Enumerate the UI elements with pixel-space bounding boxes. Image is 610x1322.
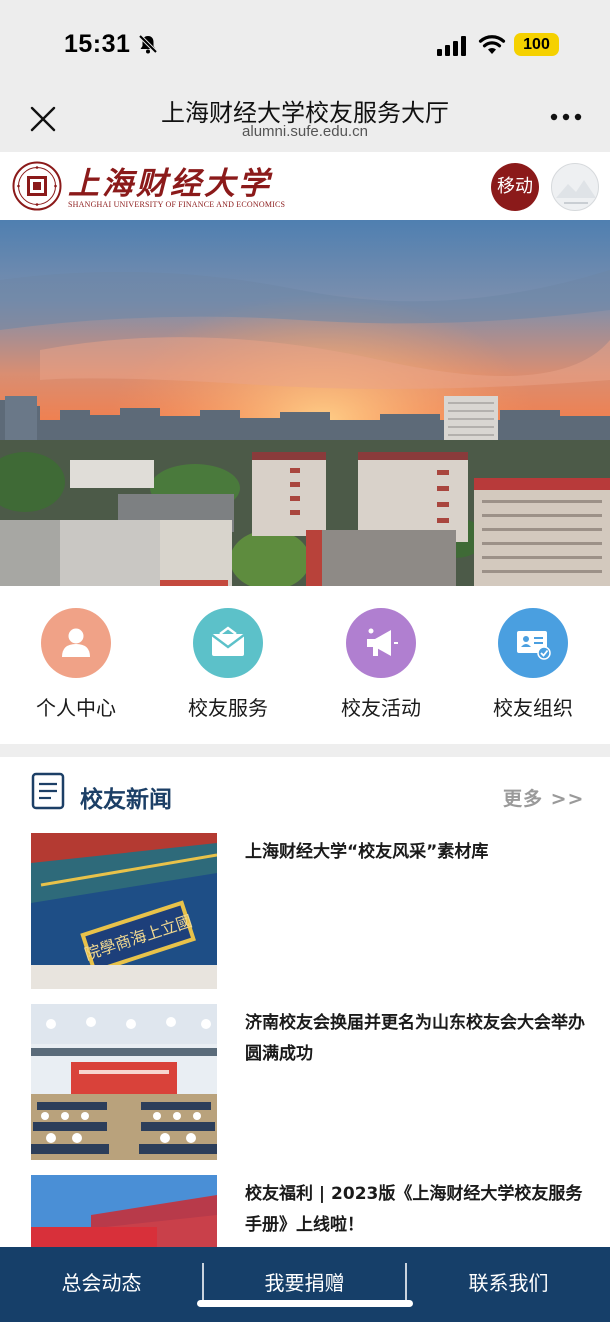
status-bar: 15:31 100	[0, 0, 610, 90]
campus-banner[interactable]	[0, 220, 610, 586]
cellular-signal-icon	[437, 36, 466, 56]
personal-center-icon-circle	[41, 608, 111, 678]
close-icon[interactable]	[28, 104, 58, 134]
megaphone-icon	[367, 628, 398, 656]
menu-item-alumni-services[interactable]: 校友服务	[168, 608, 288, 721]
news-item[interactable]: 校友福利 | 2023版《上海财经大学校友服务手册》上线啦！	[31, 1175, 591, 1247]
mobile-button[interactable]: 移动	[491, 163, 539, 211]
red-building-thumbnail	[31, 1175, 217, 1247]
envelope-icon	[211, 626, 245, 656]
browser-nav-bar: 上海财经大学校友服务大厅 alumni.sufe.edu.cn	[0, 90, 610, 152]
news-headline: 济南校友会换届并更名为山东校友会大会举办圆满成功	[245, 1013, 585, 1064]
news-item[interactable]: 院學商海上立國 上海财经大学“校友风采”素材库	[31, 833, 591, 989]
university-name-logo: 上海财经大学	[68, 166, 272, 202]
university-english-name: SHANGHAI UNIVERSITY OF FINANCE AND ECONO…	[68, 200, 286, 209]
alumni-organizations-icon-circle	[498, 608, 568, 678]
menu-label: 校友组织	[493, 696, 573, 720]
news-headline: 上海财经大学“校友风采”素材库	[245, 842, 489, 862]
section-title: 校友新闻	[80, 787, 172, 813]
menu-item-personal-center[interactable]: 个人中心	[16, 608, 136, 721]
nav-association-news[interactable]: 总会动态	[0, 1247, 203, 1322]
more-options-icon[interactable]	[550, 112, 582, 122]
quick-menu: 个人中心 校友服务 校友活动 校友组织	[0, 586, 610, 744]
bottom-nav: 总会动态 我要捐赠 联系我们	[0, 1247, 610, 1322]
battery-indicator: 100	[514, 33, 559, 56]
site-header: 上海财经大学 SHANGHAI UNIVERSITY OF FINANCE AN…	[0, 152, 610, 220]
alumni-services-icon-circle	[193, 608, 263, 678]
menu-label: 校友活动	[341, 696, 421, 720]
avatar[interactable]	[551, 163, 599, 211]
more-news-link[interactable]: 更多 >>	[503, 784, 584, 811]
menu-item-alumni-activities[interactable]: 校友活动	[321, 608, 441, 721]
conference-hall-thumbnail	[31, 1004, 217, 1160]
wifi-icon	[478, 35, 506, 54]
news-headline: 校友福利 | 2023版《上海财经大学校友服务手册》上线啦！	[245, 1184, 583, 1235]
alumni-news-section: 校友新闻 更多 >> 院學商海上立國 上海财经大学“校友风采”素材库 济南校友会…	[0, 757, 610, 1247]
university-seal-logo[interactable]	[12, 161, 62, 211]
home-indicator[interactable]	[197, 1300, 413, 1307]
menu-label: 个人中心	[36, 696, 116, 720]
id-card-icon	[517, 631, 551, 660]
news-document-icon	[31, 772, 65, 810]
bell-slash-icon	[138, 34, 158, 54]
mountain-icon	[556, 180, 596, 204]
status-time: 15:31	[64, 30, 131, 58]
menu-label: 校友服务	[188, 696, 268, 720]
nav-donate[interactable]: 我要捐赠	[203, 1247, 406, 1322]
section-divider	[0, 744, 610, 757]
person-icon	[62, 628, 90, 657]
alumni-activities-icon-circle	[346, 608, 416, 678]
sunset-campus-image	[0, 220, 610, 586]
menu-item-alumni-organizations[interactable]: 校友组织	[473, 608, 593, 721]
news-item[interactable]: 济南校友会换届并更名为山东校友会大会举办圆满成功	[31, 1004, 591, 1160]
nav-contact-us[interactable]: 联系我们	[407, 1247, 610, 1322]
page-url: alumni.sufe.edu.cn	[242, 123, 368, 140]
campus-gate-thumbnail: 院學商海上立國	[31, 833, 217, 989]
